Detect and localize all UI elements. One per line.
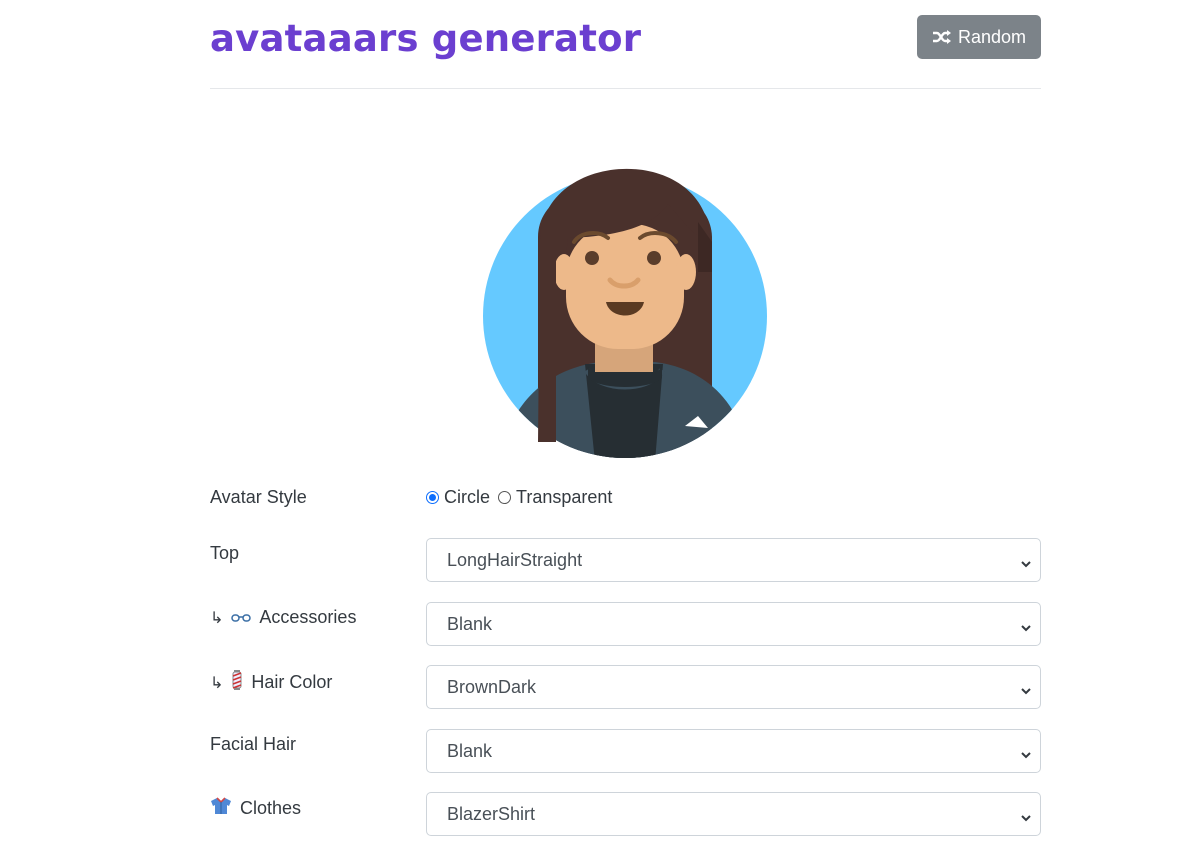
shirt-icon [210,797,232,820]
top-select[interactable]: LongHairStraight [426,538,1041,582]
avatar-style-row: Avatar Style Circle Transparent [210,487,1041,511]
clothes-select[interactable]: BlazerShirt [426,792,1041,836]
hair-color-select-value: BrownDark [447,676,537,697]
facial-hair-select[interactable]: Blank [426,729,1041,773]
top-row: Top LongHairStraight [210,538,1041,582]
avatar-style-radio-group: Circle Transparent [426,487,612,508]
radio-transparent-button[interactable] [498,491,512,504]
accessories-row: ↳ Accessories Blank [210,602,1041,646]
chevron-down-icon [1020,808,1032,829]
chevron-down-icon [1020,745,1032,766]
glasses-icon [231,607,252,628]
radio-circle[interactable]: Circle [426,487,490,508]
page-title: avataaars generator [210,17,642,60]
accessories-select[interactable]: Blank [426,602,1041,646]
hair-color-label: ↳ Hair Color [210,670,332,695]
clothes-label: Clothes [210,797,301,820]
chevron-down-icon [1020,554,1032,575]
avatar-preview [480,142,774,460]
hair-color-row: ↳ Hair Color BrownDark [210,665,1041,709]
random-button[interactable]: Random [917,15,1041,59]
accessories-label: ↳ Accessories [210,607,357,628]
header: avataaars generator Random [210,0,1041,89]
chevron-down-icon [1020,681,1032,702]
facial-hair-row: Facial Hair Blank [210,729,1041,773]
random-button-label: Random [957,26,1027,47]
clothes-row: Clothes BlazerShirt [210,792,1041,836]
shuffle-icon [932,29,952,45]
top-label: Top [210,543,240,563]
avatar-style-label: Avatar Style [210,487,307,507]
facial-hair-label: Facial Hair [210,734,297,754]
page-container: avataaars generator Random Avatar Style … [210,0,1041,841]
radio-circle-button[interactable] [426,491,439,504]
facial-hair-select-value: Blank [447,740,493,761]
chevron-down-icon [1020,618,1032,639]
accessories-select-value: Blank [447,613,493,634]
hair-color-select[interactable]: BrownDark [426,665,1041,709]
radio-transparent[interactable]: Transparent [498,487,612,508]
top-select-value: LongHairStraight [447,549,583,570]
barber-pole-icon [231,670,243,695]
clothes-select-value: BlazerShirt [447,803,536,824]
